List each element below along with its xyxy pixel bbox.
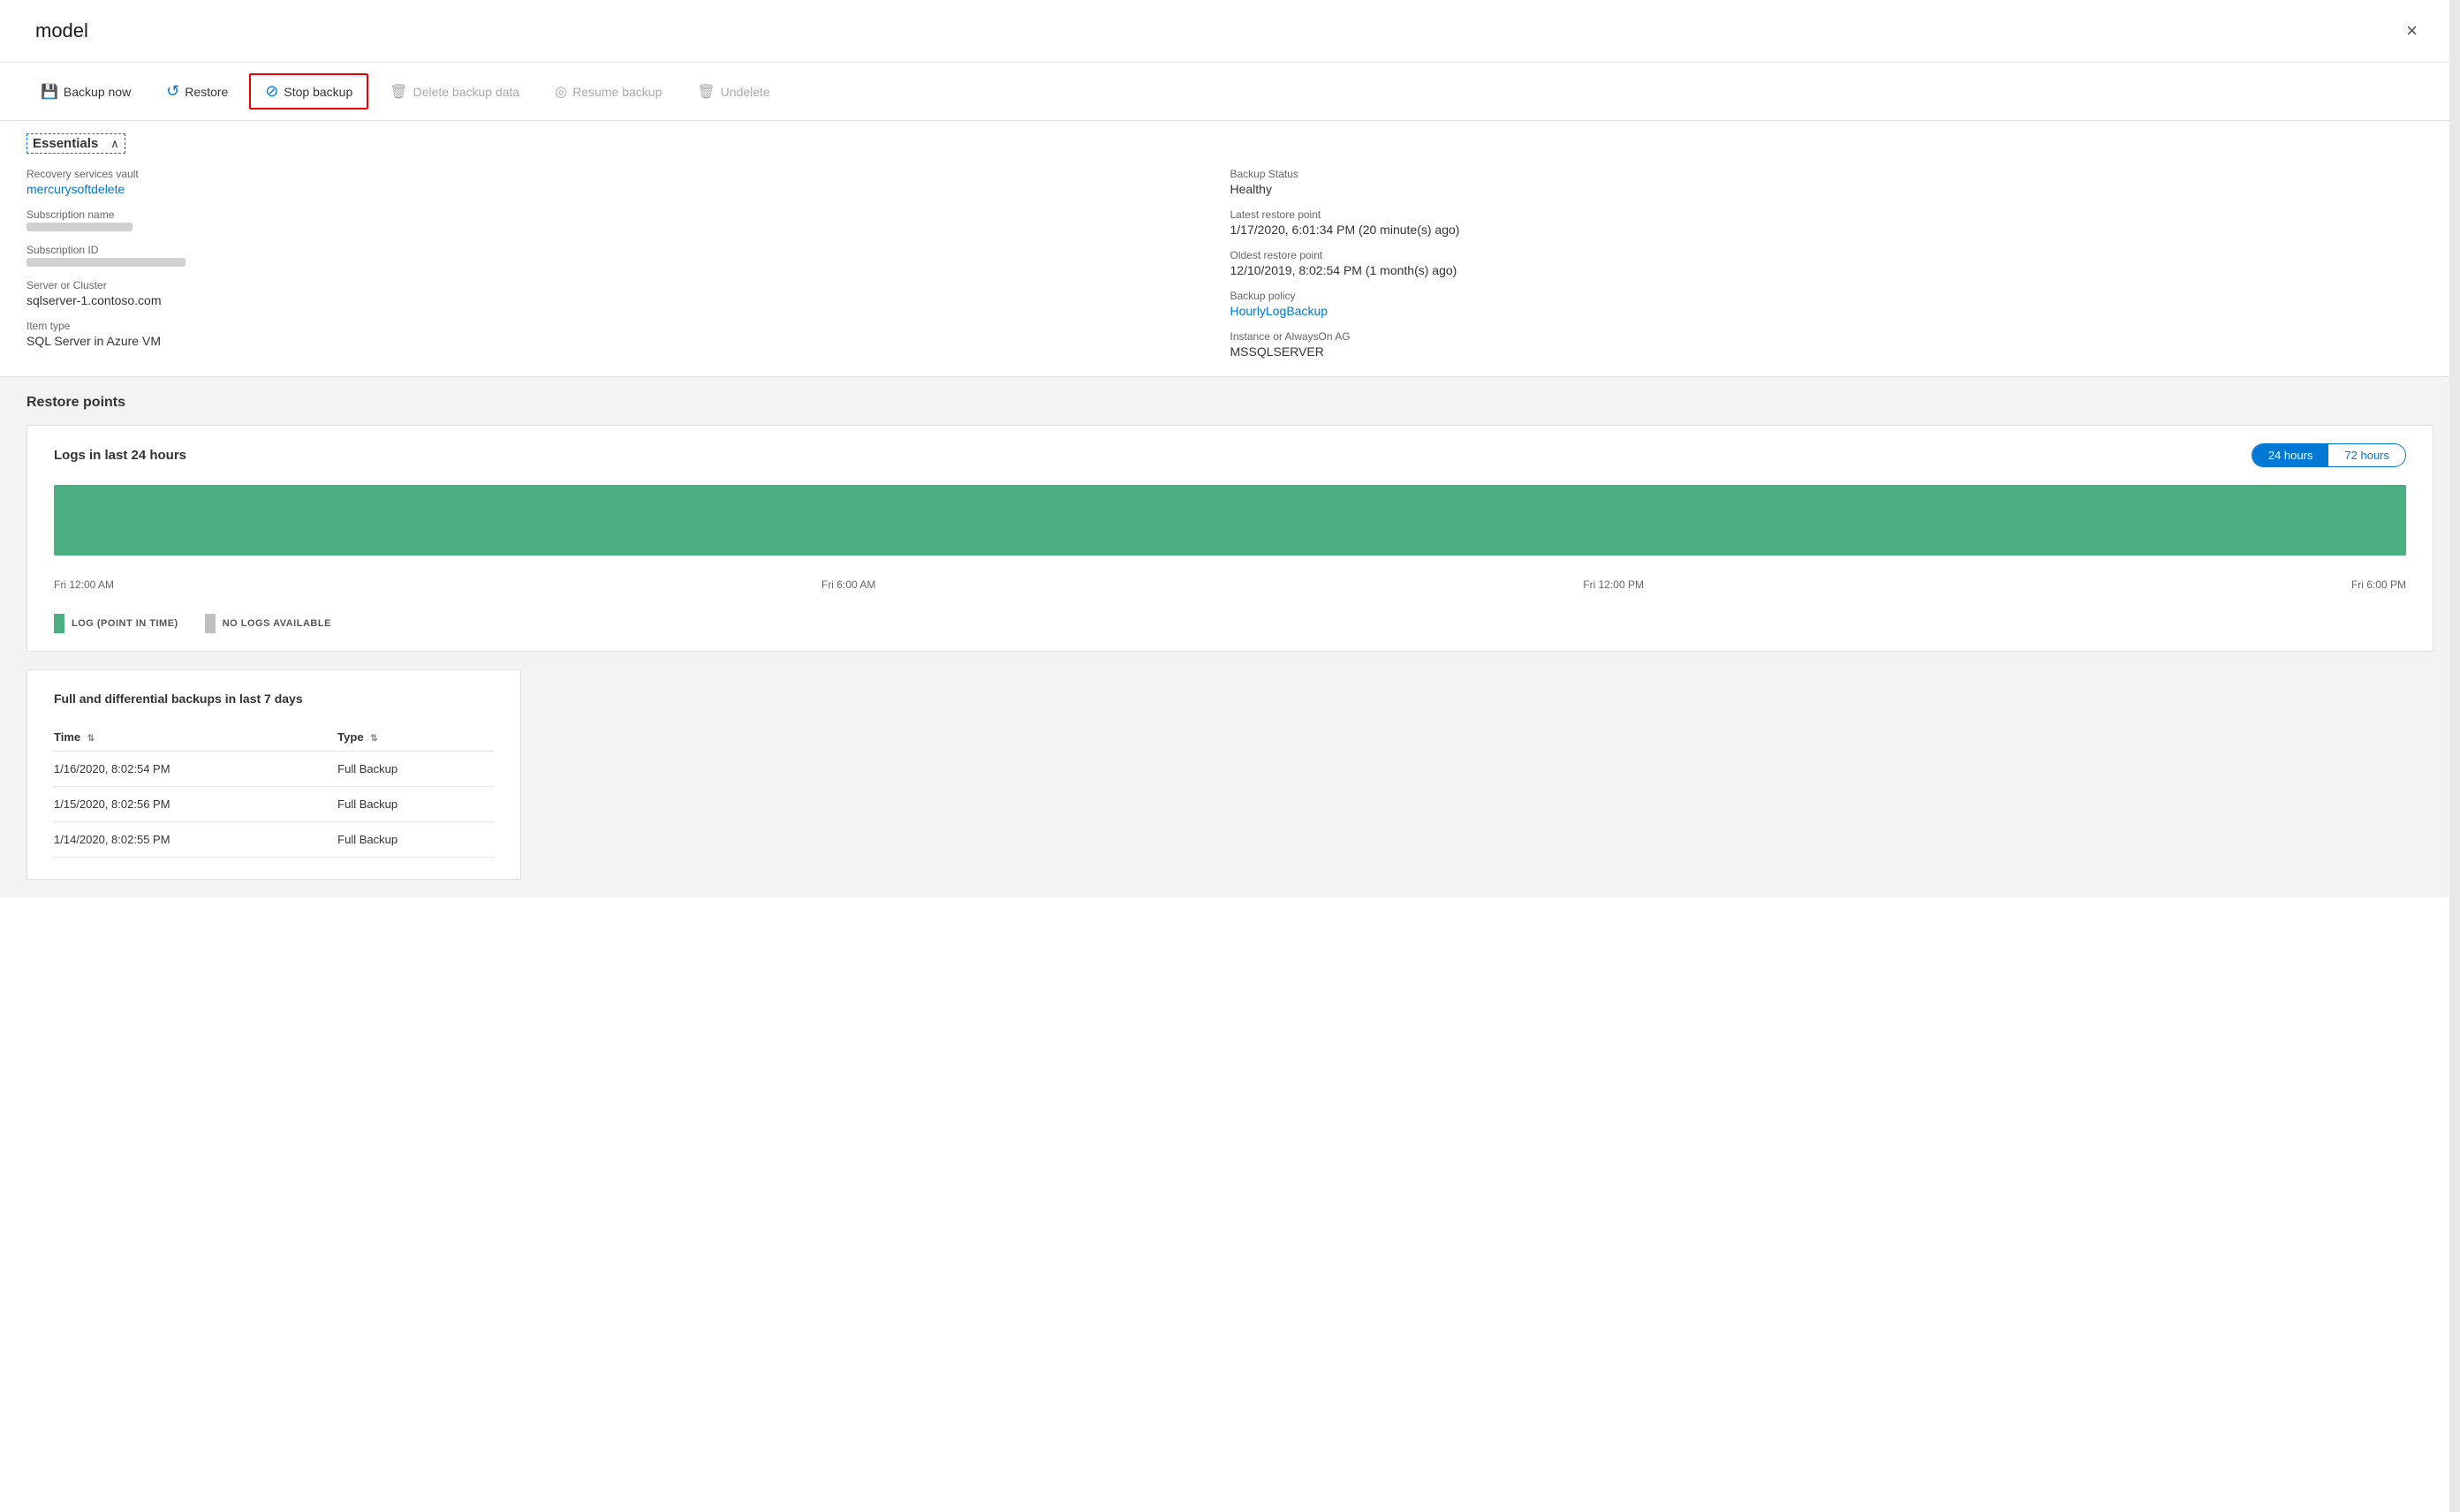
delete-backup-icon: 🗑 [390, 83, 407, 101]
chart-legend: LOG (POINT IN TIME) NO LOGS AVAILABLE [54, 614, 2406, 633]
time-cell: 1/14/2020, 8:02:55 PM [54, 822, 337, 858]
subscription-name-placeholder [26, 223, 132, 231]
restore-button[interactable]: ↺ Restore [152, 75, 242, 108]
server-cluster-value: sqlserver-1.contoso.com [26, 293, 1230, 307]
restore-points-title: Restore points [26, 395, 2434, 411]
backup-now-icon: 💾 [41, 83, 58, 101]
legend-log-point: LOG (POINT IN TIME) [54, 614, 178, 633]
backup-now-button[interactable]: 💾 Backup now [26, 76, 145, 108]
essentials-label: Essentials [33, 136, 98, 151]
essentials-section: Essentials ∧ Recovery services vault mer… [0, 121, 2460, 377]
instance-field: Instance or AlwaysOn AG MSSQLSERVER [1230, 330, 2434, 359]
time-cell: 1/16/2020, 8:02:54 PM [54, 752, 337, 787]
time-toggle: 24 hours 72 hours [2252, 443, 2406, 467]
chart-bar [54, 485, 2406, 556]
recovery-vault-label: Recovery services vault [26, 168, 1230, 180]
backup-policy-field: Backup policy HourlyLogBackup [1230, 290, 2434, 318]
restore-icon: ↺ [166, 82, 179, 101]
backup-table: Time ⇅ Type ⇅ 1/16/2020, 8:02:54 PM Full… [54, 723, 494, 858]
legend-log-label: LOG (POINT IN TIME) [72, 618, 178, 629]
backup-status-field: Backup Status Healthy [1230, 168, 2434, 196]
stop-backup-button[interactable]: ⊘ Stop backup [249, 73, 368, 110]
backup-status-label: Backup Status [1230, 168, 2434, 180]
type-cell: Full Backup [337, 752, 494, 787]
backup-policy-label: Backup policy [1230, 290, 2434, 302]
subscription-name-label: Subscription name [26, 208, 1230, 221]
table-header-row: Time ⇅ Type ⇅ [54, 723, 494, 752]
instance-label: Instance or AlwaysOn AG [1230, 330, 2434, 343]
table-row[interactable]: 1/15/2020, 8:02:56 PM Full Backup [54, 787, 494, 822]
legend-nologs-label: NO LOGS AVAILABLE [223, 618, 331, 629]
essentials-grid: Recovery services vault mercurysoftdelet… [26, 168, 2434, 376]
oldest-restore-label: Oldest restore point [1230, 249, 2434, 261]
backup-status-value: Healthy [1230, 182, 2434, 196]
time-sort-icon: ⇅ [87, 734, 95, 744]
undelete-icon: 🗑 [697, 83, 715, 101]
oldest-restore-value: 12/10/2019, 8:02:54 PM (1 month(s) ago) [1230, 263, 2434, 277]
close-button[interactable]: × [2399, 16, 2425, 46]
table-row[interactable]: 1/14/2020, 8:02:55 PM Full Backup [54, 822, 494, 858]
chart-area [54, 485, 2406, 564]
time-column-header[interactable]: Time ⇅ [54, 723, 337, 752]
chart-header: Logs in last 24 hours 24 hours 72 hours [54, 443, 2406, 467]
chart-title: Logs in last 24 hours [54, 448, 186, 463]
chart-x-labels: Fri 12:00 AM Fri 6:00 AM Fri 12:00 PM Fr… [54, 573, 2406, 605]
72-hours-button[interactable]: 72 hours [2328, 444, 2405, 466]
24-hours-button[interactable]: 24 hours [2252, 444, 2329, 466]
resume-backup-icon: ◎ [555, 83, 567, 101]
x-label-2: Fri 12:00 PM [1583, 578, 1644, 591]
recovery-vault-value[interactable]: mercurysoftdelete [26, 182, 1230, 196]
latest-restore-field: Latest restore point 1/17/2020, 6:01:34 … [1230, 208, 2434, 237]
x-label-3: Fri 6:00 PM [2351, 578, 2406, 591]
time-cell: 1/15/2020, 8:02:56 PM [54, 787, 337, 822]
type-cell: Full Backup [337, 787, 494, 822]
legend-no-logs: NO LOGS AVAILABLE [205, 614, 331, 633]
window-title: model [35, 19, 88, 42]
table-card-title: Full and differential backups in last 7 … [54, 692, 494, 706]
subscription-id-placeholder [26, 258, 185, 267]
oldest-restore-field: Oldest restore point 12/10/2019, 8:02:54… [1230, 249, 2434, 277]
backup-policy-value[interactable]: HourlyLogBackup [1230, 304, 2434, 318]
table-row[interactable]: 1/16/2020, 8:02:54 PM Full Backup [54, 752, 494, 787]
essentials-header[interactable]: Essentials ∧ [26, 133, 125, 154]
type-cell: Full Backup [337, 822, 494, 858]
latest-restore-label: Latest restore point [1230, 208, 2434, 221]
chart-card: Logs in last 24 hours 24 hours 72 hours … [26, 425, 2434, 652]
x-label-0: Fri 12:00 AM [54, 578, 114, 591]
server-cluster-label: Server or Cluster [26, 279, 1230, 291]
delete-backup-data-button[interactable]: 🗑 Delete backup data [375, 76, 534, 108]
legend-gray-color [205, 614, 216, 633]
title-bar: model × [0, 0, 2460, 63]
undelete-button[interactable]: 🗑 Undelete [683, 76, 783, 108]
main-window: model × 💾 Backup now ↺ Restore ⊘ Stop ba… [0, 0, 2460, 1512]
x-label-1: Fri 6:00 AM [821, 578, 875, 591]
essentials-collapse-icon: ∧ [110, 137, 119, 151]
type-sort-icon: ⇅ [370, 734, 377, 744]
recovery-vault-field: Recovery services vault mercurysoftdelet… [26, 168, 1230, 196]
legend-green-color [54, 614, 64, 633]
item-type-label: Item type [26, 320, 1230, 332]
latest-restore-value: 1/17/2020, 6:01:34 PM (20 minute(s) ago) [1230, 223, 2434, 237]
scrollbar[interactable] [2449, 0, 2460, 1512]
instance-value: MSSQLSERVER [1230, 344, 2434, 359]
subscription-id-label: Subscription ID [26, 244, 1230, 256]
type-column-header[interactable]: Type ⇅ [337, 723, 494, 752]
table-card: Full and differential backups in last 7 … [26, 669, 521, 880]
restore-points-section: Restore points Logs in last 24 hours 24 … [0, 377, 2460, 897]
essentials-left: Recovery services vault mercurysoftdelet… [26, 168, 1230, 359]
toolbar: 💾 Backup now ↺ Restore ⊘ Stop backup 🗑 D… [0, 63, 2460, 121]
essentials-right: Backup Status Healthy Latest restore poi… [1230, 168, 2434, 359]
stop-backup-icon: ⊘ [265, 82, 278, 101]
resume-backup-button[interactable]: ◎ Resume backup [541, 76, 676, 108]
server-cluster-field: Server or Cluster sqlserver-1.contoso.co… [26, 279, 1230, 307]
item-type-field: Item type SQL Server in Azure VM [26, 320, 1230, 348]
subscription-name-field: Subscription name [26, 208, 1230, 231]
subscription-id-field: Subscription ID [26, 244, 1230, 267]
item-type-value: SQL Server in Azure VM [26, 334, 1230, 348]
